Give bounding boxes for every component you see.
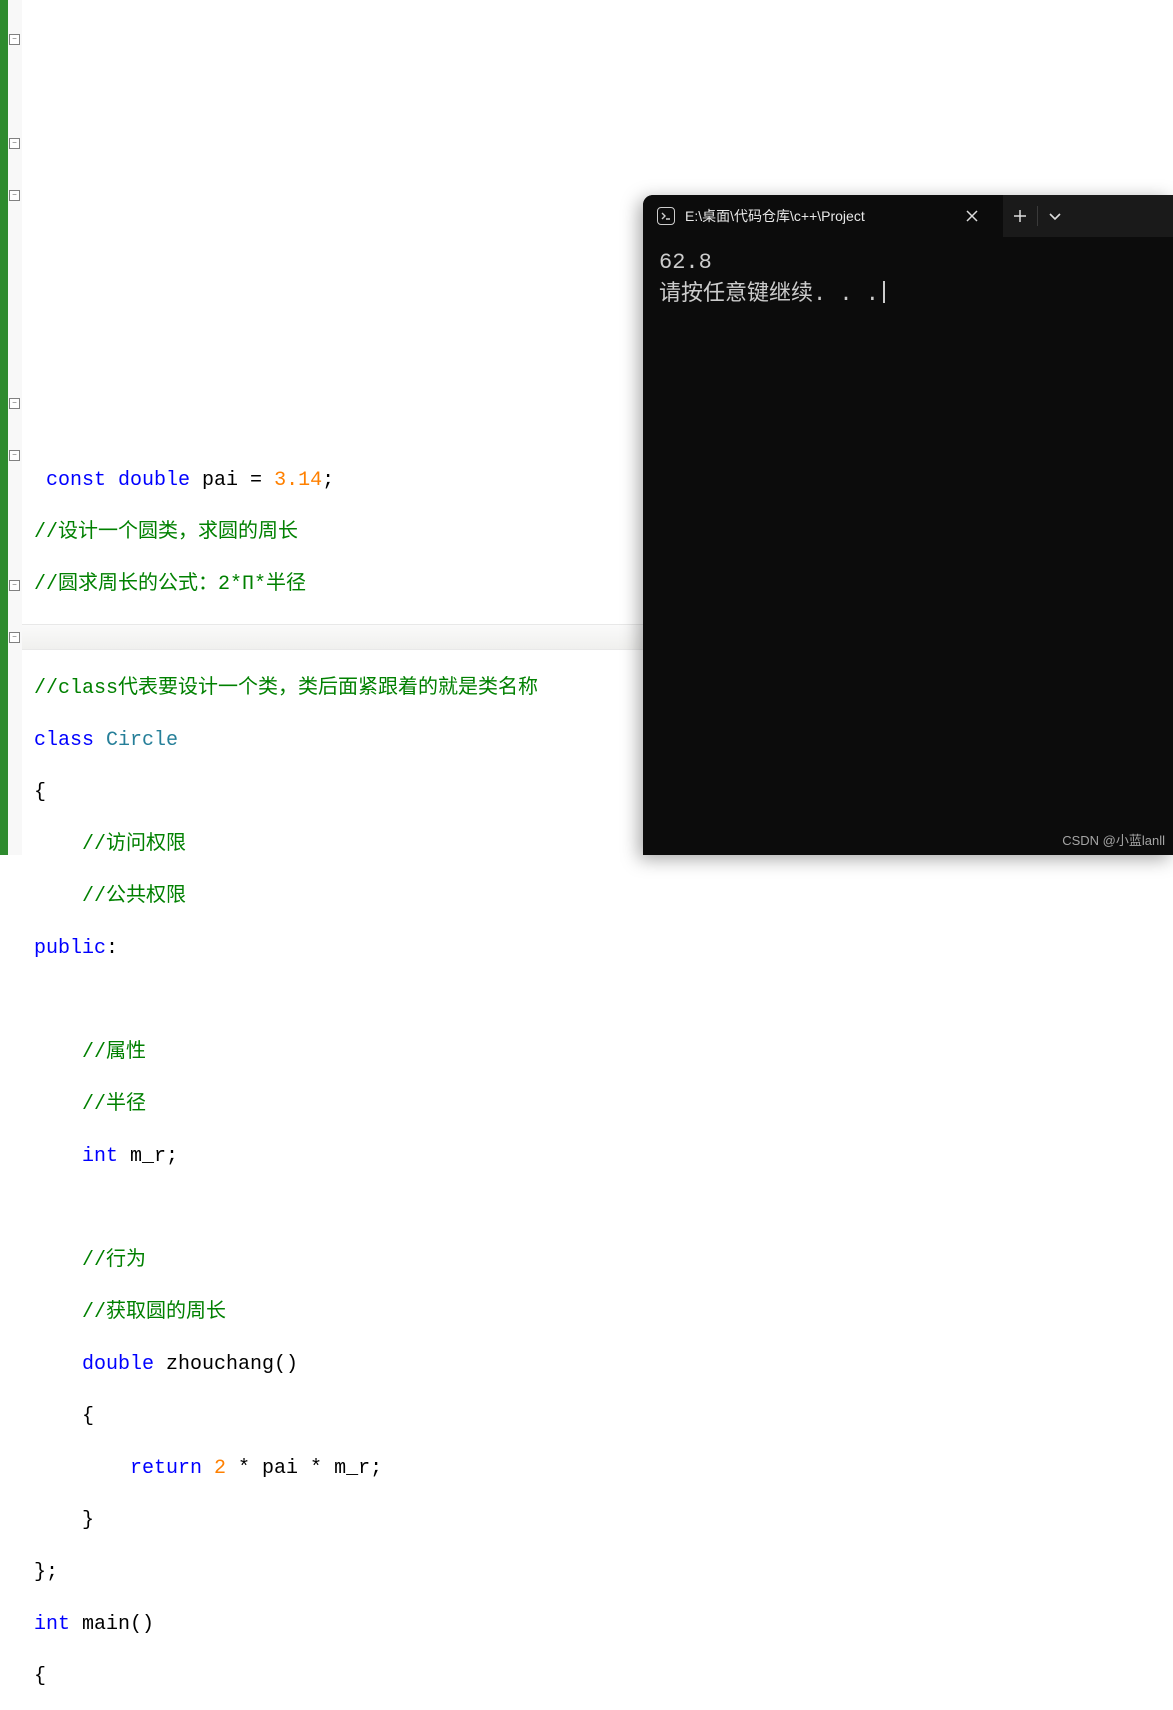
terminal-window[interactable]: E:\桌面\代码仓库\c++\Project 62.8 请按任意键继续. . . xyxy=(643,195,1173,855)
code-text: int xyxy=(22,1613,70,1636)
code-text: : xyxy=(106,937,118,960)
code-text: double xyxy=(22,1353,154,1376)
code-text: class xyxy=(22,729,106,752)
fold-toggle[interactable]: − xyxy=(9,190,20,201)
code-text: //半径 xyxy=(22,1092,1173,1118)
code-text xyxy=(22,1196,1173,1222)
terminal-output-line: 请按任意键继续. . . xyxy=(659,279,1157,311)
fold-toggle[interactable]: − xyxy=(9,138,20,149)
fold-toggle[interactable]: − xyxy=(9,398,20,409)
code-text: const xyxy=(22,469,106,492)
code-text: { xyxy=(22,1664,1173,1690)
code-text: public xyxy=(22,937,106,960)
code-text: //行为 xyxy=(22,1248,1173,1274)
terminal-output-line: 62.8 xyxy=(659,247,1157,279)
code-text: //属性 xyxy=(22,1040,1173,1066)
tab-dropdown-button[interactable] xyxy=(1038,195,1072,237)
fold-toggle[interactable]: − xyxy=(9,34,20,45)
code-text: { xyxy=(22,1404,1173,1430)
code-text: return xyxy=(22,1457,214,1480)
code-text: //公共权限 xyxy=(22,884,1173,910)
code-text: //获取圆的周长 xyxy=(22,1300,1173,1326)
terminal-tab-title: E:\桌面\代码仓库\c++\Project xyxy=(685,206,945,226)
fold-toggle[interactable]: − xyxy=(9,450,20,461)
code-text: = xyxy=(250,469,262,492)
code-text: ; xyxy=(322,469,334,492)
code-text: pai xyxy=(190,469,250,492)
code-text: Circle xyxy=(106,729,178,752)
fold-column xyxy=(8,0,22,855)
terminal-cursor xyxy=(883,281,885,303)
code-text: main() xyxy=(70,1613,154,1636)
terminal-body[interactable]: 62.8 请按任意键继续. . . xyxy=(643,237,1173,321)
terminal-icon xyxy=(657,207,675,225)
code-text: m_r; xyxy=(118,1145,178,1168)
code-text: 3.14 xyxy=(262,469,322,492)
code-text: 2 xyxy=(214,1457,226,1480)
terminal-prompt-text: 请按任意键继续. . . xyxy=(659,282,879,307)
terminal-tab[interactable]: E:\桌面\代码仓库\c++\Project xyxy=(643,195,1003,237)
close-tab-button[interactable] xyxy=(955,195,989,237)
new-tab-button[interactable] xyxy=(1003,195,1037,237)
terminal-tab-bar: E:\桌面\代码仓库\c++\Project xyxy=(643,195,1173,237)
code-text: zhouchang() xyxy=(154,1353,298,1376)
change-gutter xyxy=(0,0,8,855)
code-text: int xyxy=(22,1145,118,1168)
fold-toggle[interactable]: − xyxy=(9,580,20,591)
code-text xyxy=(22,988,1173,1014)
fold-toggle[interactable]: − xyxy=(9,632,20,643)
code-text: }; xyxy=(22,1560,1173,1586)
code-text: * pai * m_r; xyxy=(226,1457,382,1480)
code-text: double xyxy=(106,469,190,492)
watermark: CSDN @小蓝lanll xyxy=(1062,830,1165,849)
code-text: } xyxy=(22,1508,1173,1534)
